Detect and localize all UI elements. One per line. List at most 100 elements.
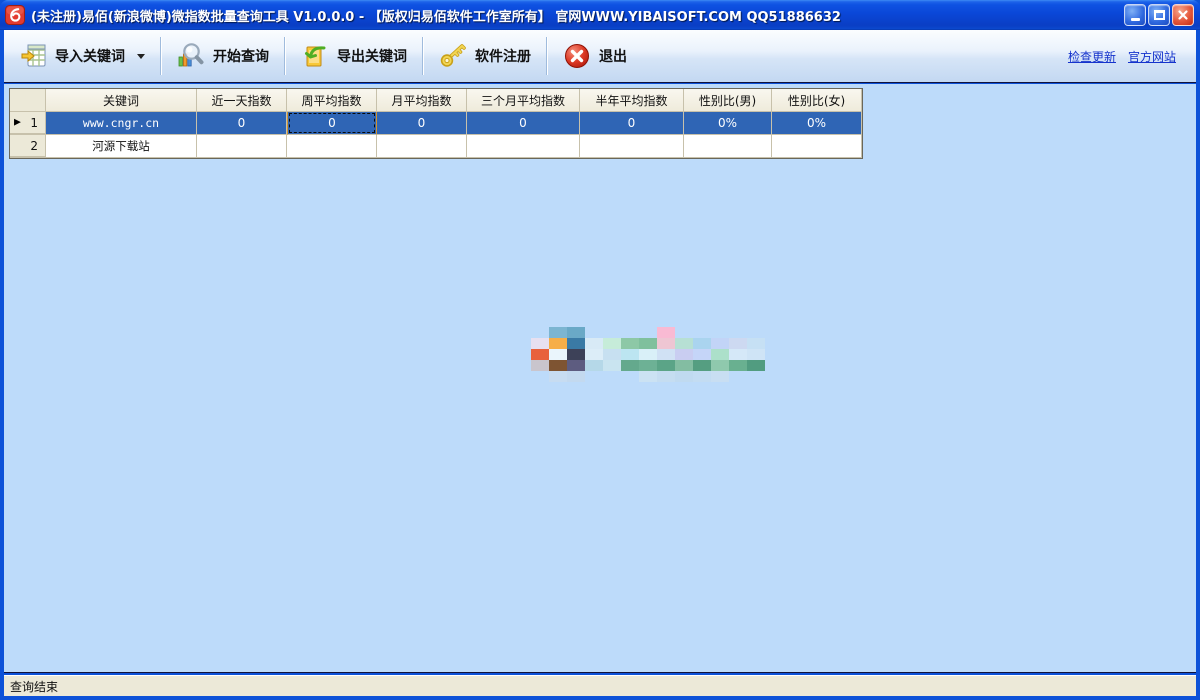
- start-query-button[interactable]: 开始查询: [166, 33, 279, 79]
- watermark-pixel: [549, 338, 567, 349]
- watermark-pixel: [531, 349, 549, 360]
- start-query-label: 开始查询: [213, 49, 269, 65]
- value-cell[interactable]: 0: [287, 112, 377, 135]
- watermark-pixel: [585, 349, 603, 360]
- watermark-pixel: [693, 371, 711, 382]
- watermark-pixel: [549, 327, 567, 338]
- watermark-pixel: [549, 349, 567, 360]
- value-cell[interactable]: 0: [377, 112, 467, 135]
- watermark-pixel: [693, 338, 711, 349]
- row-header[interactable]: 2: [10, 135, 46, 157]
- watermark-pixel: [621, 360, 639, 371]
- exit-button[interactable]: 退出: [552, 33, 637, 79]
- watermark-pixel: [747, 360, 765, 371]
- export-keywords-label: 导出关键词: [337, 49, 407, 65]
- watermark-pixel: [585, 371, 603, 382]
- export-keywords-icon: [305, 46, 326, 67]
- column-header[interactable]: 关键词: [46, 89, 197, 112]
- import-keywords-button[interactable]: 导入关键词: [10, 34, 155, 78]
- column-header[interactable]: 半年平均指数: [580, 89, 684, 112]
- status-text: 查询结束: [10, 679, 59, 694]
- watermark-pixel: [567, 360, 585, 371]
- value-cell[interactable]: [467, 135, 580, 158]
- value-cell[interactable]: [684, 135, 772, 158]
- start-query-icon: [178, 43, 204, 67]
- exit-label: 退出: [599, 49, 627, 65]
- watermark-pixel: [693, 360, 711, 371]
- value-cell[interactable]: [772, 135, 862, 158]
- watermark-pixel: [603, 371, 621, 382]
- app-logo-icon: [5, 5, 25, 25]
- app-window: { "window": { "title": "(未注册)易佰(新浪微博)微指数…: [0, 0, 1200, 700]
- watermark-pixel: [531, 371, 549, 382]
- watermark-pixel: [729, 371, 747, 382]
- watermark-pixel: [531, 338, 549, 349]
- watermark-pixel: [621, 338, 639, 349]
- watermark-pixel: [621, 327, 639, 338]
- official-site-link[interactable]: 官方网站: [1128, 48, 1176, 65]
- watermark-pixel: [675, 371, 693, 382]
- register-button[interactable]: 软件注册: [428, 33, 541, 79]
- current-row-arrow-icon: ▶: [14, 117, 21, 127]
- watermark-pixel: [621, 349, 639, 360]
- value-cell[interactable]: [197, 135, 287, 158]
- window-controls: [1124, 4, 1194, 26]
- keyword-table: 关键词 近一天指数 周平均指数 月平均指数 三个月平均指数 半年平均指数 性别比(男) 性别比…: [9, 88, 863, 159]
- column-header[interactable]: 三个月平均指数: [467, 89, 580, 112]
- toolbar-separator: [160, 37, 161, 75]
- toolbar-separator: [546, 37, 547, 75]
- watermark-pixel: [621, 371, 639, 382]
- import-keywords-icon: [21, 44, 46, 67]
- keyword-cell[interactable]: 河源下载站: [46, 135, 197, 158]
- close-icon: [1178, 10, 1188, 20]
- toolbar-links: 检查更新 官方网站: [1068, 48, 1188, 65]
- row-header[interactable]: 1 ▶: [10, 112, 46, 134]
- column-header[interactable]: 性别比(男): [684, 89, 772, 112]
- watermark-pixel: [711, 349, 729, 360]
- watermark-pixel: [729, 338, 747, 349]
- watermark-pixel: [747, 327, 765, 338]
- dropdown-arrow-icon[interactable]: [137, 53, 145, 59]
- title-bar: (未注册)易佰(新浪微博)微指数批量查询工具 V1.0.0.0 - 【版权归易佰…: [0, 0, 1200, 30]
- minimize-button[interactable]: [1124, 4, 1146, 26]
- toolbar-separator: [422, 37, 423, 75]
- value-cell[interactable]: [287, 135, 377, 158]
- export-keywords-button[interactable]: 导出关键词: [290, 33, 417, 79]
- value-cell[interactable]: [580, 135, 684, 158]
- watermark-pixel: [675, 349, 693, 360]
- watermark-pixel: [603, 349, 621, 360]
- value-cell[interactable]: 0: [580, 112, 684, 135]
- value-cell[interactable]: 0: [197, 112, 287, 135]
- column-header[interactable]: 近一天指数: [197, 89, 287, 112]
- watermark-pixel: [585, 338, 603, 349]
- watermark-pixel: [693, 349, 711, 360]
- watermark-pixel: [729, 360, 747, 371]
- keyword-cell[interactable]: www.cngr.cn: [46, 112, 197, 135]
- watermark-pixel: [639, 327, 657, 338]
- column-header[interactable]: 周平均指数: [287, 89, 377, 112]
- watermark-pixel: [747, 371, 765, 382]
- watermark-pixel: [585, 360, 603, 371]
- watermark-pixel: [747, 338, 765, 349]
- column-header[interactable]: 性别比(女): [772, 89, 862, 112]
- check-update-link[interactable]: 检查更新: [1068, 48, 1116, 65]
- value-cell[interactable]: [377, 135, 467, 158]
- watermark-pixel: [567, 349, 585, 360]
- toolbar-separator: [284, 37, 285, 75]
- watermark-pixel: [693, 327, 711, 338]
- value-cell[interactable]: 0%: [772, 112, 862, 135]
- watermark-pixel: [675, 360, 693, 371]
- value-cell[interactable]: 0: [467, 112, 580, 135]
- watermark-pixel: [657, 371, 675, 382]
- watermark-pixel: [729, 349, 747, 360]
- watermark-pixel: [657, 360, 675, 371]
- watermark-pixel: [567, 338, 585, 349]
- maximize-button[interactable]: [1148, 4, 1170, 26]
- close-button[interactable]: [1172, 4, 1194, 26]
- table-corner-header[interactable]: [10, 89, 46, 112]
- column-header[interactable]: 月平均指数: [377, 89, 467, 112]
- value-cell[interactable]: 0%: [684, 112, 772, 135]
- watermark-pixel: [675, 338, 693, 349]
- watermark-pixel: [549, 360, 567, 371]
- watermark-pixel: [657, 327, 675, 338]
